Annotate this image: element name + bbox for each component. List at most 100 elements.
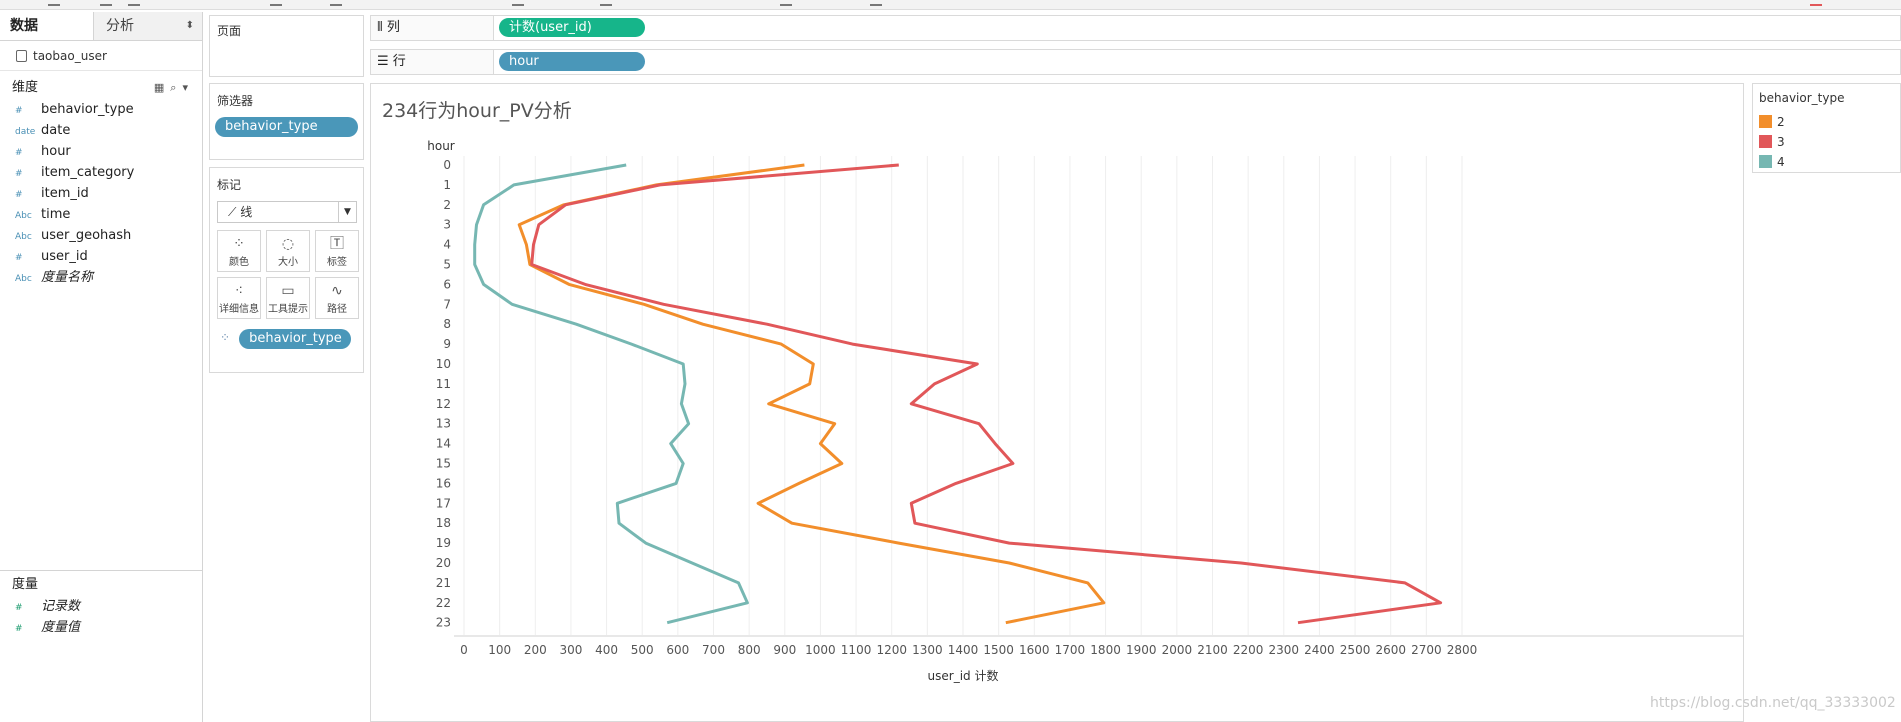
marks-color-button[interactable]: ⁘ 颜色: [217, 230, 261, 272]
y-tick-label: 10: [436, 357, 451, 371]
marks-title: 标记: [217, 178, 242, 192]
columns-pill[interactable]: 计数(user_id): [499, 18, 645, 37]
marks-button-label: 路径: [327, 304, 347, 315]
marks-tooltip-button[interactable]: ▭ 工具提示: [266, 277, 310, 319]
color-legend[interactable]: behavior_type 2 3 4: [1752, 83, 1901, 173]
view-toggle-icon[interactable]: ▦: [154, 81, 170, 94]
x-tick-label: 2000: [1162, 643, 1193, 657]
legend-item[interactable]: 2: [1753, 112, 1900, 132]
y-tick-label: 3: [443, 218, 451, 232]
legend-item[interactable]: 3: [1753, 132, 1900, 152]
marks-label-button[interactable]: 🅃 标签: [315, 230, 359, 272]
x-tick-label: 700: [702, 643, 725, 657]
swap-icon[interactable]: [270, 0, 282, 6]
x-tick-label: 300: [559, 643, 582, 657]
marks-path-button[interactable]: ∿ 路径: [315, 277, 359, 319]
series-line-4[interactable]: [473, 163, 749, 625]
color-encoding-icon: ⁘: [220, 330, 231, 345]
x-tick-label: 600: [666, 643, 689, 657]
field-type-icon: #: [15, 253, 23, 263]
clear-icon[interactable]: [330, 0, 342, 6]
dimension-field[interactable]: # behavior_type: [0, 99, 202, 120]
y-tick-label: 20: [436, 556, 451, 570]
field-name: behavior_type: [41, 102, 134, 117]
measure-field[interactable]: # 度量值: [0, 617, 203, 638]
label-toggle-icon[interactable]: [780, 0, 792, 6]
rows-shelf[interactable]: ☰ 行 hour: [370, 49, 1901, 75]
dimension-field[interactable]: Abc time: [0, 204, 202, 225]
show-me-icon[interactable]: [1810, 0, 1822, 6]
dimension-field[interactable]: # user_id: [0, 246, 202, 267]
tab-data[interactable]: 数据: [0, 12, 94, 40]
filters-card[interactable]: 筛选器 behavior_type: [209, 83, 364, 160]
x-axis-title: user_id 计数: [928, 668, 999, 683]
x-tick-label: 2700: [1411, 643, 1442, 657]
dimension-field[interactable]: # item_id: [0, 183, 202, 204]
chart-view[interactable]: 234行为hour_PV分析 0 100 200 300 400 500 600 700 800…: [370, 83, 1744, 722]
chevron-down-icon[interactable]: ▼: [338, 202, 356, 222]
datasource-item[interactable]: taobao_user: [0, 41, 202, 71]
fit-select[interactable]: [600, 0, 612, 6]
save-icon[interactable]: [100, 0, 112, 6]
field-type-icon: #: [15, 148, 23, 158]
dimensions-label: 维度: [12, 80, 39, 95]
legend-label: 2: [1777, 115, 1785, 129]
marks-size-button[interactable]: ◌ 大小: [266, 230, 310, 272]
legend-label: 4: [1777, 155, 1785, 169]
rows-pill[interactable]: hour: [499, 52, 645, 71]
field-name: user_id: [41, 249, 88, 264]
field-name: hour: [41, 144, 71, 159]
dimension-field[interactable]: # hour: [0, 141, 202, 162]
datasource-name: taobao_user: [33, 49, 107, 63]
measure-field[interactable]: # 记录数: [0, 596, 203, 617]
x-tick-label: 800: [738, 643, 761, 657]
mark-type-select[interactable]: ⟋ 线 ▼: [217, 201, 357, 223]
dimension-field[interactable]: Abc 度量名称: [0, 267, 202, 288]
y-tick-label: 17: [436, 496, 451, 510]
line-chart[interactable]: 0 100 200 300 400 500 600 700 800 900 1000 1100 1200…: [371, 84, 1743, 721]
color-pill[interactable]: behavior_type: [239, 329, 352, 349]
measures-header: 度量: [0, 574, 203, 596]
field-name: user_geohash: [41, 228, 132, 243]
columns-shelf[interactable]: ⦀ 列 计数(user_id): [370, 15, 1901, 41]
y-tick-label: 22: [436, 596, 451, 610]
x-tick-label: 1900: [1126, 643, 1157, 657]
tab-data-label: 数据: [10, 18, 38, 34]
dimension-field[interactable]: Abc user_geohash: [0, 225, 202, 246]
color-icon: ⁘: [233, 236, 245, 252]
marks-detail-button[interactable]: ⁖ 详细信息: [217, 277, 261, 319]
filter-pill[interactable]: behavior_type: [215, 117, 358, 137]
pages-card[interactable]: 页面: [209, 15, 364, 77]
y-tick-label: 13: [436, 417, 451, 431]
y-tick-label: 14: [436, 437, 451, 451]
field-name: 记录数: [41, 599, 81, 614]
search-icon[interactable]: ⌕: [170, 81, 182, 94]
legend-item[interactable]: 4: [1753, 152, 1900, 172]
y-tick-label: 0: [443, 158, 451, 172]
field-type-icon: #: [15, 190, 23, 200]
y-tick-label: 1: [443, 178, 451, 192]
x-tick-label: 1600: [1019, 643, 1050, 657]
tab-analysis[interactable]: 分析 ⬍: [94, 12, 202, 40]
dimension-field[interactable]: date date: [0, 120, 202, 141]
top-toolbar: [0, 0, 1901, 10]
field-type-icon: #: [15, 603, 23, 613]
measures-label: 度量: [12, 577, 39, 592]
dimension-field[interactable]: # item_category: [0, 162, 202, 183]
marks-button-label: 大小: [278, 257, 298, 268]
x-tick-label: 1000: [805, 643, 836, 657]
menu-dropdown-icon[interactable]: ▾: [182, 81, 194, 94]
field-name: 度量名称: [41, 270, 94, 285]
y-tick-label: 7: [443, 297, 451, 311]
sort-icon[interactable]: [512, 0, 524, 6]
presentation-icon[interactable]: [870, 0, 882, 6]
undo-icon[interactable]: [48, 0, 60, 6]
new-sheet-icon[interactable]: [128, 0, 140, 6]
tab-arrows-icon[interactable]: ⬍: [186, 12, 194, 40]
y-tick-label: 6: [443, 277, 451, 291]
marks-button-label: 详细信息: [219, 304, 259, 315]
divider: [0, 570, 203, 571]
x-tick-label: 1800: [1090, 643, 1121, 657]
field-type-icon: Abc: [15, 211, 32, 221]
x-tick-label: 400: [595, 643, 618, 657]
